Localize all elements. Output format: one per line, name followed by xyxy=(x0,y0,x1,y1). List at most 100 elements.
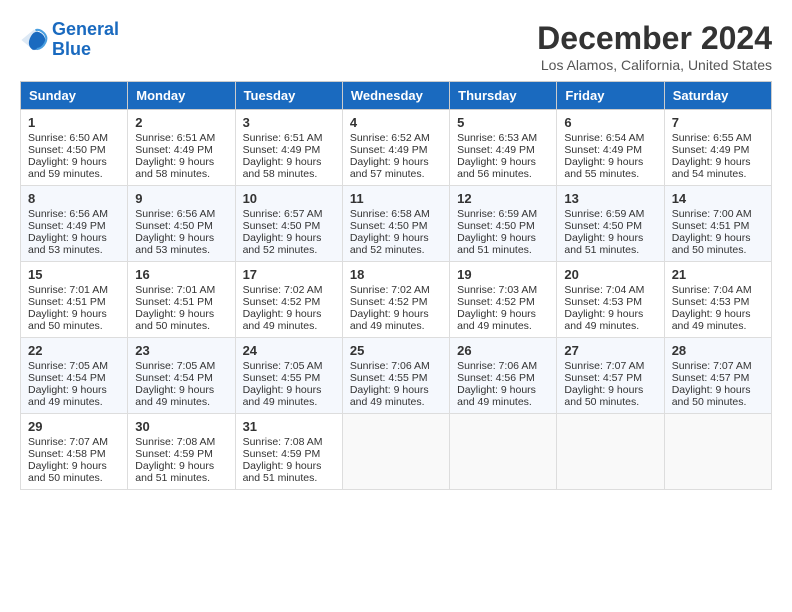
calendar-week-3: 15 Sunrise: 7:01 AM Sunset: 4:51 PM Dayl… xyxy=(21,262,772,338)
day-number: 2 xyxy=(135,115,227,130)
sunset-text: Sunset: 4:50 PM xyxy=(350,220,428,232)
day-number: 8 xyxy=(28,191,120,206)
sunset-text: Sunset: 4:52 PM xyxy=(243,296,321,308)
calendar-subtitle: Los Alamos, California, United States xyxy=(537,57,772,73)
daylight-text: Daylight: 9 hours and 50 minutes. xyxy=(28,460,107,484)
sunrise-text: Sunrise: 6:51 AM xyxy=(135,132,215,144)
daylight-text: Daylight: 9 hours and 49 minutes. xyxy=(350,384,429,408)
sunset-text: Sunset: 4:53 PM xyxy=(672,296,750,308)
day-number: 31 xyxy=(243,419,335,434)
sunrise-text: Sunrise: 7:08 AM xyxy=(135,436,215,448)
logo: General Blue xyxy=(20,20,119,60)
daylight-text: Daylight: 9 hours and 53 minutes. xyxy=(135,232,214,256)
sunrise-text: Sunrise: 7:05 AM xyxy=(28,360,108,372)
sunset-text: Sunset: 4:59 PM xyxy=(243,448,321,460)
calendar-header-row: SundayMondayTuesdayWednesdayThursdayFrid… xyxy=(21,82,772,110)
sunrise-text: Sunrise: 7:02 AM xyxy=(350,284,430,296)
calendar-week-1: 1 Sunrise: 6:50 AM Sunset: 4:50 PM Dayli… xyxy=(21,110,772,186)
daylight-text: Daylight: 9 hours and 58 minutes. xyxy=(243,156,322,180)
day-number: 12 xyxy=(457,191,549,206)
day-number: 19 xyxy=(457,267,549,282)
calendar-cell: 11 Sunrise: 6:58 AM Sunset: 4:50 PM Dayl… xyxy=(342,186,449,262)
day-number: 21 xyxy=(672,267,764,282)
calendar-cell: 16 Sunrise: 7:01 AM Sunset: 4:51 PM Dayl… xyxy=(128,262,235,338)
day-header-tuesday: Tuesday xyxy=(235,82,342,110)
sunrise-text: Sunrise: 6:52 AM xyxy=(350,132,430,144)
calendar-week-2: 8 Sunrise: 6:56 AM Sunset: 4:49 PM Dayli… xyxy=(21,186,772,262)
day-number: 6 xyxy=(564,115,656,130)
day-number: 11 xyxy=(350,191,442,206)
sunrise-text: Sunrise: 6:50 AM xyxy=(28,132,108,144)
day-header-saturday: Saturday xyxy=(664,82,771,110)
calendar-cell: 29 Sunrise: 7:07 AM Sunset: 4:58 PM Dayl… xyxy=(21,414,128,490)
day-number: 9 xyxy=(135,191,227,206)
sunrise-text: Sunrise: 7:08 AM xyxy=(243,436,323,448)
calendar-week-4: 22 Sunrise: 7:05 AM Sunset: 4:54 PM Dayl… xyxy=(21,338,772,414)
sunset-text: Sunset: 4:57 PM xyxy=(672,372,750,384)
calendar-cell: 3 Sunrise: 6:51 AM Sunset: 4:49 PM Dayli… xyxy=(235,110,342,186)
calendar-cell: 22 Sunrise: 7:05 AM Sunset: 4:54 PM Dayl… xyxy=(21,338,128,414)
daylight-text: Daylight: 9 hours and 49 minutes. xyxy=(243,308,322,332)
daylight-text: Daylight: 9 hours and 52 minutes. xyxy=(350,232,429,256)
sunset-text: Sunset: 4:58 PM xyxy=(28,448,106,460)
daylight-text: Daylight: 9 hours and 51 minutes. xyxy=(564,232,643,256)
sunset-text: Sunset: 4:53 PM xyxy=(564,296,642,308)
daylight-text: Daylight: 9 hours and 49 minutes. xyxy=(672,308,751,332)
daylight-text: Daylight: 9 hours and 59 minutes. xyxy=(28,156,107,180)
sunrise-text: Sunrise: 6:56 AM xyxy=(28,208,108,220)
calendar-cell: 6 Sunrise: 6:54 AM Sunset: 4:49 PM Dayli… xyxy=(557,110,664,186)
day-number: 18 xyxy=(350,267,442,282)
sunrise-text: Sunrise: 6:56 AM xyxy=(135,208,215,220)
calendar-cell: 17 Sunrise: 7:02 AM Sunset: 4:52 PM Dayl… xyxy=(235,262,342,338)
logo-text: General Blue xyxy=(52,20,119,60)
sunrise-text: Sunrise: 7:02 AM xyxy=(243,284,323,296)
sunset-text: Sunset: 4:49 PM xyxy=(28,220,106,232)
calendar-cell: 24 Sunrise: 7:05 AM Sunset: 4:55 PM Dayl… xyxy=(235,338,342,414)
sunrise-text: Sunrise: 6:59 AM xyxy=(457,208,537,220)
daylight-text: Daylight: 9 hours and 50 minutes. xyxy=(672,384,751,408)
daylight-text: Daylight: 9 hours and 54 minutes. xyxy=(672,156,751,180)
calendar-cell xyxy=(450,414,557,490)
sunset-text: Sunset: 4:51 PM xyxy=(672,220,750,232)
day-number: 1 xyxy=(28,115,120,130)
daylight-text: Daylight: 9 hours and 49 minutes. xyxy=(457,384,536,408)
day-header-sunday: Sunday xyxy=(21,82,128,110)
calendar-cell: 25 Sunrise: 7:06 AM Sunset: 4:55 PM Dayl… xyxy=(342,338,449,414)
day-number: 24 xyxy=(243,343,335,358)
calendar-cell: 21 Sunrise: 7:04 AM Sunset: 4:53 PM Dayl… xyxy=(664,262,771,338)
day-header-friday: Friday xyxy=(557,82,664,110)
day-header-monday: Monday xyxy=(128,82,235,110)
calendar-cell: 8 Sunrise: 6:56 AM Sunset: 4:49 PM Dayli… xyxy=(21,186,128,262)
sunset-text: Sunset: 4:57 PM xyxy=(564,372,642,384)
day-number: 17 xyxy=(243,267,335,282)
sunset-text: Sunset: 4:50 PM xyxy=(243,220,321,232)
sunrise-text: Sunrise: 7:07 AM xyxy=(564,360,644,372)
calendar-cell: 15 Sunrise: 7:01 AM Sunset: 4:51 PM Dayl… xyxy=(21,262,128,338)
daylight-text: Daylight: 9 hours and 55 minutes. xyxy=(564,156,643,180)
day-number: 4 xyxy=(350,115,442,130)
day-number: 27 xyxy=(564,343,656,358)
sunset-text: Sunset: 4:50 PM xyxy=(135,220,213,232)
sunset-text: Sunset: 4:51 PM xyxy=(135,296,213,308)
day-number: 29 xyxy=(28,419,120,434)
sunrise-text: Sunrise: 6:53 AM xyxy=(457,132,537,144)
daylight-text: Daylight: 9 hours and 58 minutes. xyxy=(135,156,214,180)
sunrise-text: Sunrise: 6:54 AM xyxy=(564,132,644,144)
calendar-cell: 9 Sunrise: 6:56 AM Sunset: 4:50 PM Dayli… xyxy=(128,186,235,262)
day-number: 14 xyxy=(672,191,764,206)
calendar-cell: 7 Sunrise: 6:55 AM Sunset: 4:49 PM Dayli… xyxy=(664,110,771,186)
sunrise-text: Sunrise: 7:00 AM xyxy=(672,208,752,220)
day-number: 15 xyxy=(28,267,120,282)
day-number: 7 xyxy=(672,115,764,130)
daylight-text: Daylight: 9 hours and 49 minutes. xyxy=(243,384,322,408)
calendar-cell: 28 Sunrise: 7:07 AM Sunset: 4:57 PM Dayl… xyxy=(664,338,771,414)
daylight-text: Daylight: 9 hours and 50 minutes. xyxy=(28,308,107,332)
sunrise-text: Sunrise: 7:01 AM xyxy=(135,284,215,296)
sunset-text: Sunset: 4:56 PM xyxy=(457,372,535,384)
calendar-cell: 5 Sunrise: 6:53 AM Sunset: 4:49 PM Dayli… xyxy=(450,110,557,186)
calendar-cell: 27 Sunrise: 7:07 AM Sunset: 4:57 PM Dayl… xyxy=(557,338,664,414)
calendar-cell: 30 Sunrise: 7:08 AM Sunset: 4:59 PM Dayl… xyxy=(128,414,235,490)
sunrise-text: Sunrise: 6:59 AM xyxy=(564,208,644,220)
calendar-cell: 23 Sunrise: 7:05 AM Sunset: 4:54 PM Dayl… xyxy=(128,338,235,414)
daylight-text: Daylight: 9 hours and 51 minutes. xyxy=(135,460,214,484)
